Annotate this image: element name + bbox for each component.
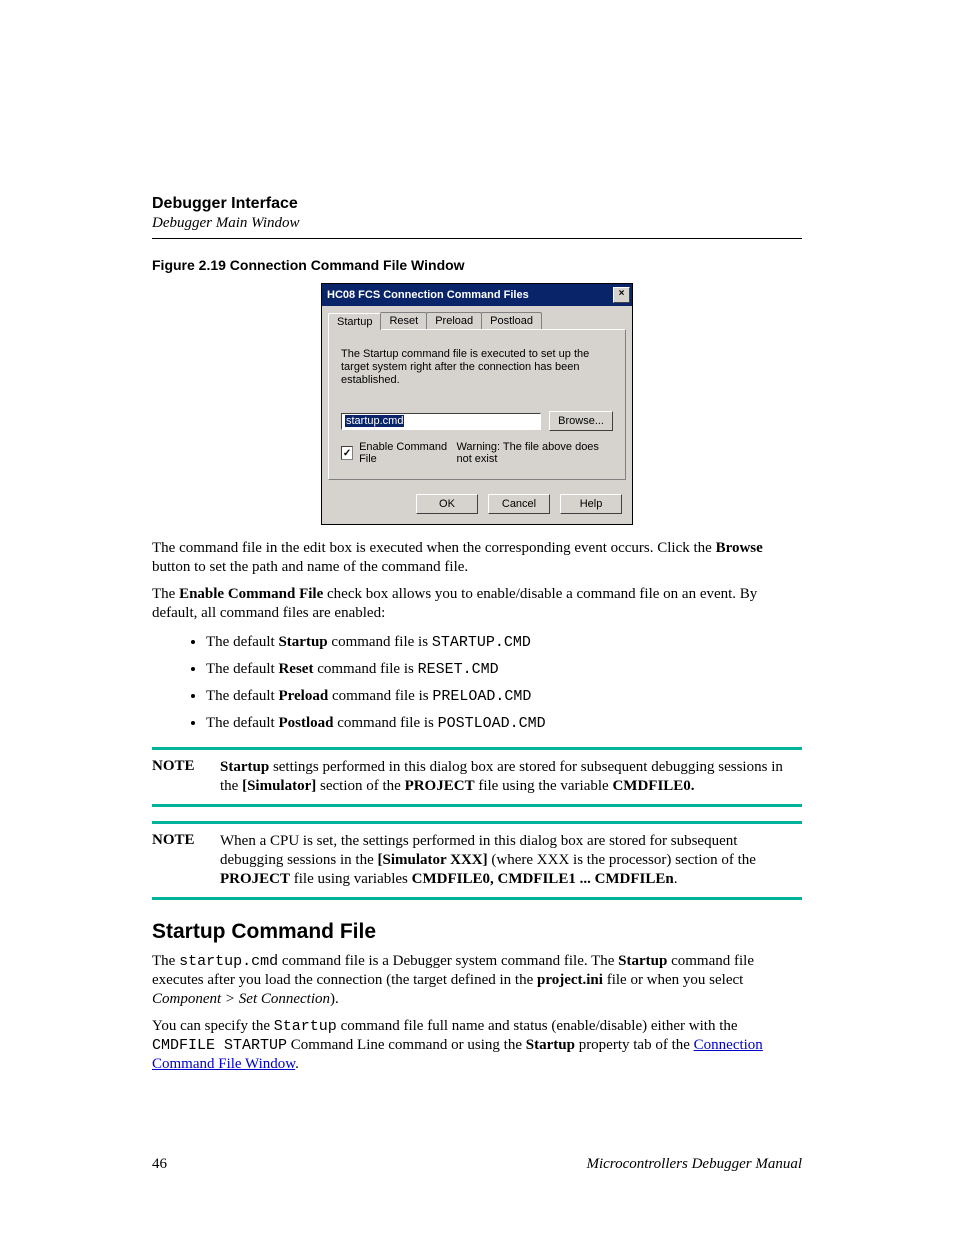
help-button[interactable]: Help [560,494,622,514]
dialog-tabs: Startup Reset Preload Postload [328,312,626,329]
note-1: NOTE Startup settings performed in this … [152,747,802,807]
header-rule [152,238,802,239]
para-1: The command file in the edit box is exec… [152,539,802,577]
note-text: When a CPU is set, the settings performe… [220,832,802,889]
tab-postload[interactable]: Postload [481,312,542,329]
list-item: The default Startup command file is STAR… [206,631,802,654]
note-text: Startup settings performed in this dialo… [220,758,802,796]
header-subtitle: Debugger Main Window [152,215,802,232]
file-row: startup.cmd Browse... [341,411,613,431]
cancel-button[interactable]: Cancel [488,494,550,514]
browse-button[interactable]: Browse... [549,411,613,431]
tab-description: The Startup command file is executed to … [341,348,613,387]
dialog-titlebar: HC08 FCS Connection Command Files × [322,284,632,306]
tab-reset[interactable]: Reset [380,312,427,329]
enable-row: ✓ Enable Command File Warning: The file … [341,441,613,465]
page-header: Debugger Interface Debugger Main Window [152,195,802,239]
dialog-buttons: OK Cancel Help [322,490,632,524]
note-label: NOTE [152,832,220,889]
note-2: NOTE When a CPU is set, the settings per… [152,821,802,900]
ok-button[interactable]: OK [416,494,478,514]
connection-command-dialog: HC08 FCS Connection Command Files × Star… [321,283,633,525]
page-number: 46 [152,1156,167,1173]
list-item: The default Preload command file is PREL… [206,685,802,708]
page-footer: 46 Microcontrollers Debugger Manual [152,1156,802,1173]
command-file-input[interactable]: startup.cmd [341,413,541,430]
dialog-screenshot: HC08 FCS Connection Command Files × Star… [152,283,802,525]
section-heading: Startup Command File [152,920,802,944]
command-file-value: startup.cmd [345,415,404,427]
list-item: The default Reset command file is RESET.… [206,658,802,681]
note-label: NOTE [152,758,220,796]
enable-label: Enable Command File [359,441,450,465]
para-4: You can specify the Startup command file… [152,1017,802,1074]
figure-caption: Figure 2.19 Connection Command File Wind… [152,257,802,273]
tab-startup[interactable]: Startup [328,313,381,330]
defaults-list: The default Startup command file is STAR… [152,631,802,735]
header-title: Debugger Interface [152,195,802,213]
enable-checkbox[interactable]: ✓ [341,446,353,460]
dialog-title: HC08 FCS Connection Command Files [327,289,613,301]
close-icon[interactable]: × [613,287,630,303]
para-2: The Enable Command File check box allows… [152,585,802,623]
list-item: The default Postload command file is POS… [206,712,802,735]
warning-text: Warning: The file above does not exist [456,441,613,465]
tab-preload[interactable]: Preload [426,312,482,329]
para-3: The startup.cmd command file is a Debugg… [152,952,802,1009]
tab-body: The Startup command file is executed to … [328,329,626,480]
doc-title: Microcontrollers Debugger Manual [167,1156,802,1173]
